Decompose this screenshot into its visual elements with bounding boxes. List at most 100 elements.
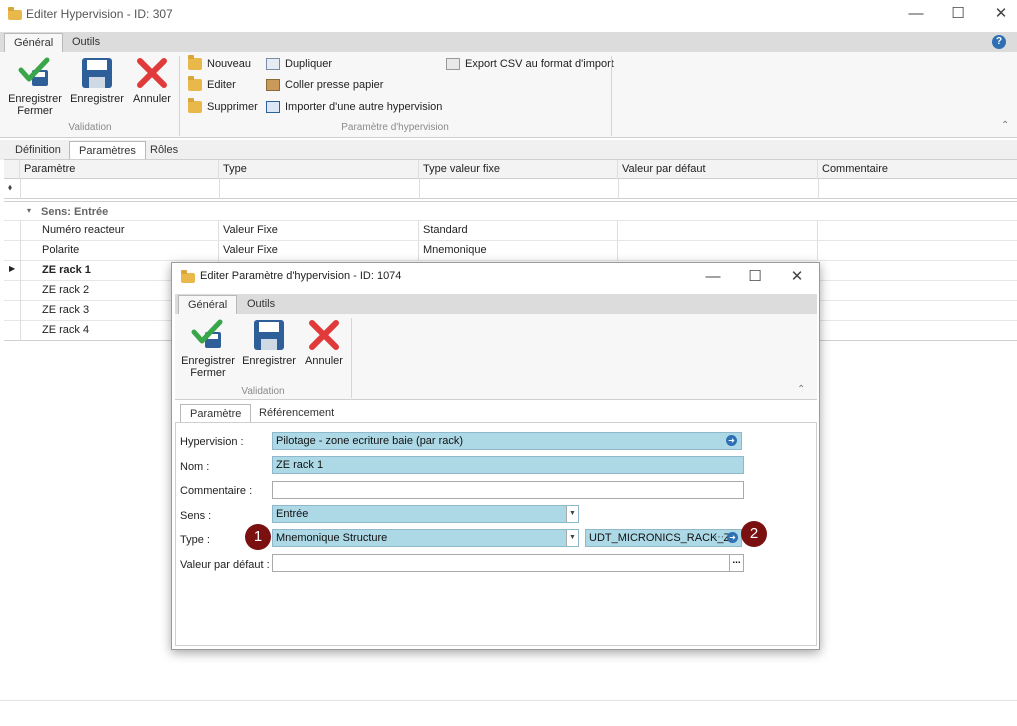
export-label: Export CSV au format d'import bbox=[465, 58, 614, 70]
cancel-label: Annuler bbox=[133, 93, 171, 105]
import-button[interactable]: Importer d'une autre hypervision bbox=[266, 99, 442, 115]
sens-select[interactable]: Entrée ▼ bbox=[272, 505, 579, 523]
chevron-down-icon[interactable]: ▼ bbox=[566, 506, 578, 522]
commentaire-field[interactable] bbox=[272, 481, 744, 499]
clipboard-icon bbox=[266, 79, 280, 91]
valeur-defaut-field[interactable]: ... bbox=[272, 554, 744, 572]
param-default bbox=[618, 241, 818, 260]
navigate-arrow-icon[interactable]: ➜ bbox=[726, 435, 737, 446]
param-group-label: Paramètre d'hypervision bbox=[341, 122, 449, 133]
page-tabbar: Définition Paramètres Rôles bbox=[0, 140, 1017, 160]
param-default bbox=[618, 221, 818, 240]
cancel-button[interactable]: Annuler bbox=[128, 56, 176, 105]
import-icon bbox=[266, 101, 280, 113]
save-button[interactable]: Enregistrer bbox=[68, 56, 126, 105]
grid-line bbox=[219, 179, 220, 199]
main-window-title: Editer Hypervision - ID: 307 bbox=[26, 7, 173, 21]
group-label: Sens: Entrée bbox=[41, 206, 109, 218]
grid-line bbox=[818, 179, 819, 199]
dialog-save-close-button[interactable]: Enregistrer Fermer bbox=[179, 318, 237, 379]
save-close-icon bbox=[18, 57, 50, 86]
minimize-button[interactable]: — bbox=[893, 0, 939, 28]
dialog-minimize-button[interactable]: — bbox=[690, 263, 736, 291]
commentaire-label: Commentaire : bbox=[180, 485, 253, 497]
tab-parametres[interactable]: Paramètres bbox=[69, 141, 146, 160]
column-header[interactable]: Type bbox=[219, 160, 419, 179]
duplicate-label: Dupliquer bbox=[285, 58, 333, 70]
tab-referencement[interactable]: Référencement bbox=[250, 404, 343, 423]
folder-icon bbox=[181, 270, 195, 283]
group-row[interactable]: ▾ Sens: Entrée bbox=[4, 201, 1017, 221]
validation-group-label: Validation bbox=[68, 122, 112, 133]
filter-row[interactable]: ⬧ bbox=[4, 179, 1017, 199]
param-name: Polarite bbox=[20, 241, 219, 260]
help-icon[interactable]: ? bbox=[992, 35, 1006, 49]
valeur-defaut-label: Valeur par défaut : bbox=[180, 559, 270, 571]
column-header[interactable]: Commentaire bbox=[818, 160, 1017, 179]
dialog-save-label: Enregistrer bbox=[242, 355, 296, 367]
column-header[interactable]: Paramètre bbox=[20, 160, 219, 179]
param-type: Valeur Fixe bbox=[219, 221, 419, 240]
type-reference-field[interactable]: UDT_MICRONICS_RACK_Z ⋯ ➜ bbox=[585, 529, 742, 547]
table-row[interactable]: Numéro reacteur Valeur Fixe Standard bbox=[4, 221, 1017, 241]
paste-button[interactable]: Coller presse papier bbox=[266, 77, 383, 93]
tab-roles[interactable]: Rôles bbox=[141, 141, 187, 160]
column-header[interactable]: Type valeur fixe bbox=[419, 160, 618, 179]
dialog-maximize-button[interactable]: ☐ bbox=[732, 263, 778, 291]
type-label: Type : bbox=[180, 534, 210, 546]
navigate-arrow-icon[interactable]: ➜ bbox=[727, 532, 738, 543]
collapse-group-icon[interactable]: ▾ bbox=[27, 206, 31, 215]
tab-definition[interactable]: Définition bbox=[6, 141, 70, 160]
hypervision-field[interactable]: Pilotage - zone ecriture baie (par rack)… bbox=[272, 432, 742, 450]
close-button[interactable]: ✕ bbox=[978, 0, 1017, 28]
duplicate-button[interactable]: Dupliquer bbox=[266, 56, 332, 72]
table-row[interactable]: Polarite Valeur Fixe Mnemonique bbox=[4, 241, 1017, 261]
cancel-icon bbox=[137, 58, 167, 88]
main-ribbon-tabbar: Général Outils ? bbox=[0, 32, 1017, 52]
grid-line bbox=[20, 179, 21, 199]
dialog-tab-outils[interactable]: Outils bbox=[238, 295, 284, 314]
new-label: Nouveau bbox=[207, 58, 252, 70]
dialog-validation-group-label: Validation bbox=[241, 386, 285, 397]
main-ribbon: Enregistrer Fermer Enregistrer Annuler V… bbox=[0, 52, 1017, 138]
import-label: Importer d'une autre hypervision bbox=[285, 101, 443, 113]
folder-new-icon bbox=[188, 55, 202, 70]
edit-parameter-dialog: Editer Paramètre d'hypervision - ID: 107… bbox=[171, 262, 820, 650]
paste-label: Coller presse papier bbox=[285, 79, 384, 91]
csv-file-icon bbox=[446, 58, 460, 70]
tab-parametre[interactable]: Paramètre bbox=[180, 404, 252, 423]
cancel-icon bbox=[309, 320, 339, 350]
annotation-badge-2: 2 bbox=[741, 521, 767, 547]
new-button[interactable]: Nouveau bbox=[188, 55, 252, 72]
dialog-title: Editer Paramètre d'hypervision - ID: 107… bbox=[200, 270, 402, 282]
edit-button[interactable]: Editer bbox=[188, 76, 236, 93]
dialog-save-close-label: Enregistrer Fermer bbox=[181, 355, 235, 379]
ribbon-separator bbox=[611, 56, 612, 136]
type-reference-value: UDT_MICRONICS_RACK_Z bbox=[589, 532, 731, 544]
export-csv-button[interactable]: Export CSV au format d'import bbox=[446, 56, 614, 72]
annotation-badge-1: 1 bbox=[245, 524, 271, 550]
param-fixed: Standard bbox=[419, 221, 618, 240]
column-header[interactable]: Valeur par défaut bbox=[618, 160, 818, 179]
dialog-save-button[interactable]: Enregistrer bbox=[240, 318, 298, 367]
nom-label: Nom : bbox=[180, 461, 210, 473]
collapse-ribbon-icon[interactable]: ⌃ bbox=[1001, 120, 1009, 131]
nom-field[interactable]: ZE rack 1 bbox=[272, 456, 744, 474]
dialog-tab-general[interactable]: Général bbox=[178, 295, 238, 314]
param-type: Valeur Fixe bbox=[219, 241, 419, 260]
chevron-down-icon[interactable]: ▼ bbox=[566, 530, 578, 546]
tab-outils[interactable]: Outils bbox=[63, 33, 109, 52]
delete-button[interactable]: Supprimer bbox=[188, 98, 258, 115]
hypervision-label: Hypervision : bbox=[180, 436, 244, 448]
more-icon[interactable]: ⋯ bbox=[714, 530, 724, 546]
save-close-button[interactable]: Enregistrer Fermer bbox=[5, 56, 65, 117]
type-select[interactable]: Mnemonique Structure ▼ bbox=[272, 529, 579, 547]
dialog-close-button[interactable]: ✕ bbox=[774, 263, 820, 291]
ellipsis-button[interactable]: ... bbox=[729, 555, 743, 571]
collapse-ribbon-icon[interactable]: ⌃ bbox=[797, 384, 805, 395]
maximize-button[interactable]: ☐ bbox=[935, 0, 981, 28]
dialog-tabbar: Paramètre Référencement bbox=[175, 403, 817, 423]
tab-general[interactable]: Général bbox=[4, 33, 64, 52]
dialog-cancel-button[interactable]: Annuler bbox=[301, 318, 347, 367]
dialog-ribbon-tabbar: Général Outils bbox=[175, 294, 817, 314]
